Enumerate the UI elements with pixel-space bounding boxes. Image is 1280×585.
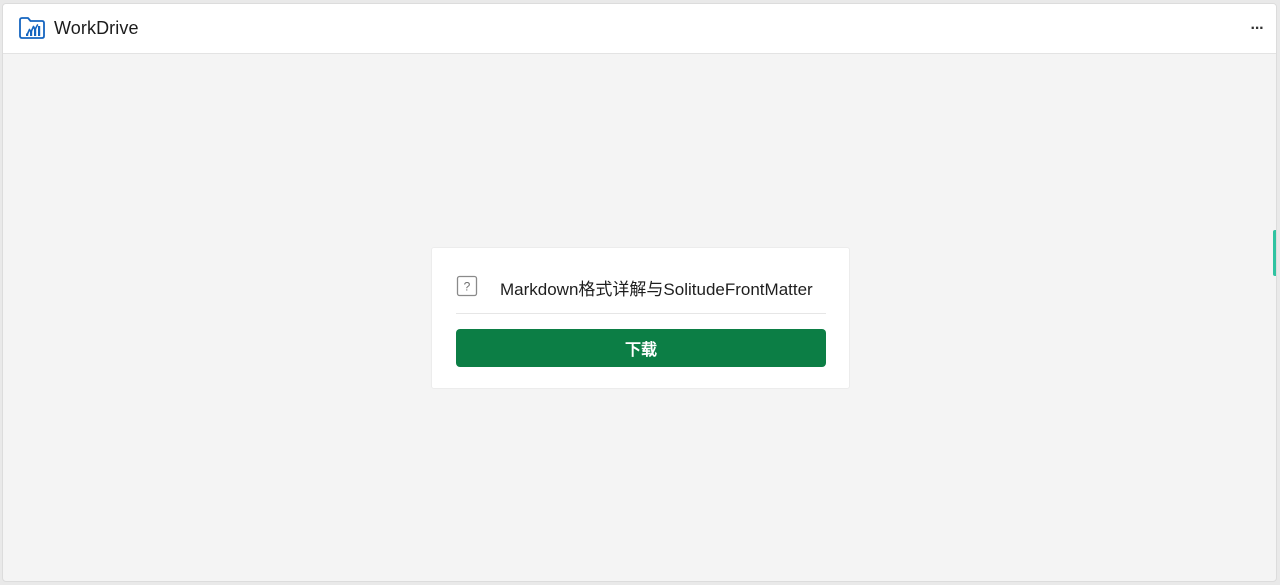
more-options-button[interactable]: ···	[1246, 18, 1268, 40]
top-bar: WorkDrive ···	[3, 4, 1276, 54]
download-button[interactable]: 下载	[456, 329, 826, 367]
file-name: Markdown格式详解与SolitudeFrontMatter	[500, 280, 813, 299]
app-window: WorkDrive ··· ? Markdown格式详解与SolitudeFro…	[2, 3, 1277, 582]
more-horizontal-icon: ···	[1250, 20, 1265, 37]
file-info-row: ? Markdown格式详解与SolitudeFrontMatter	[456, 266, 826, 314]
side-panel-handle[interactable]	[1273, 230, 1276, 276]
brand[interactable]: WorkDrive	[18, 16, 139, 40]
unknown-file-glyph: ?	[464, 280, 471, 294]
app-name: WorkDrive	[54, 17, 139, 38]
file-download-card: ? Markdown格式详解与SolitudeFrontMatter 下载	[431, 247, 850, 389]
unknown-file-icon: ?	[456, 275, 478, 297]
workdrive-folder-icon	[19, 17, 45, 39]
